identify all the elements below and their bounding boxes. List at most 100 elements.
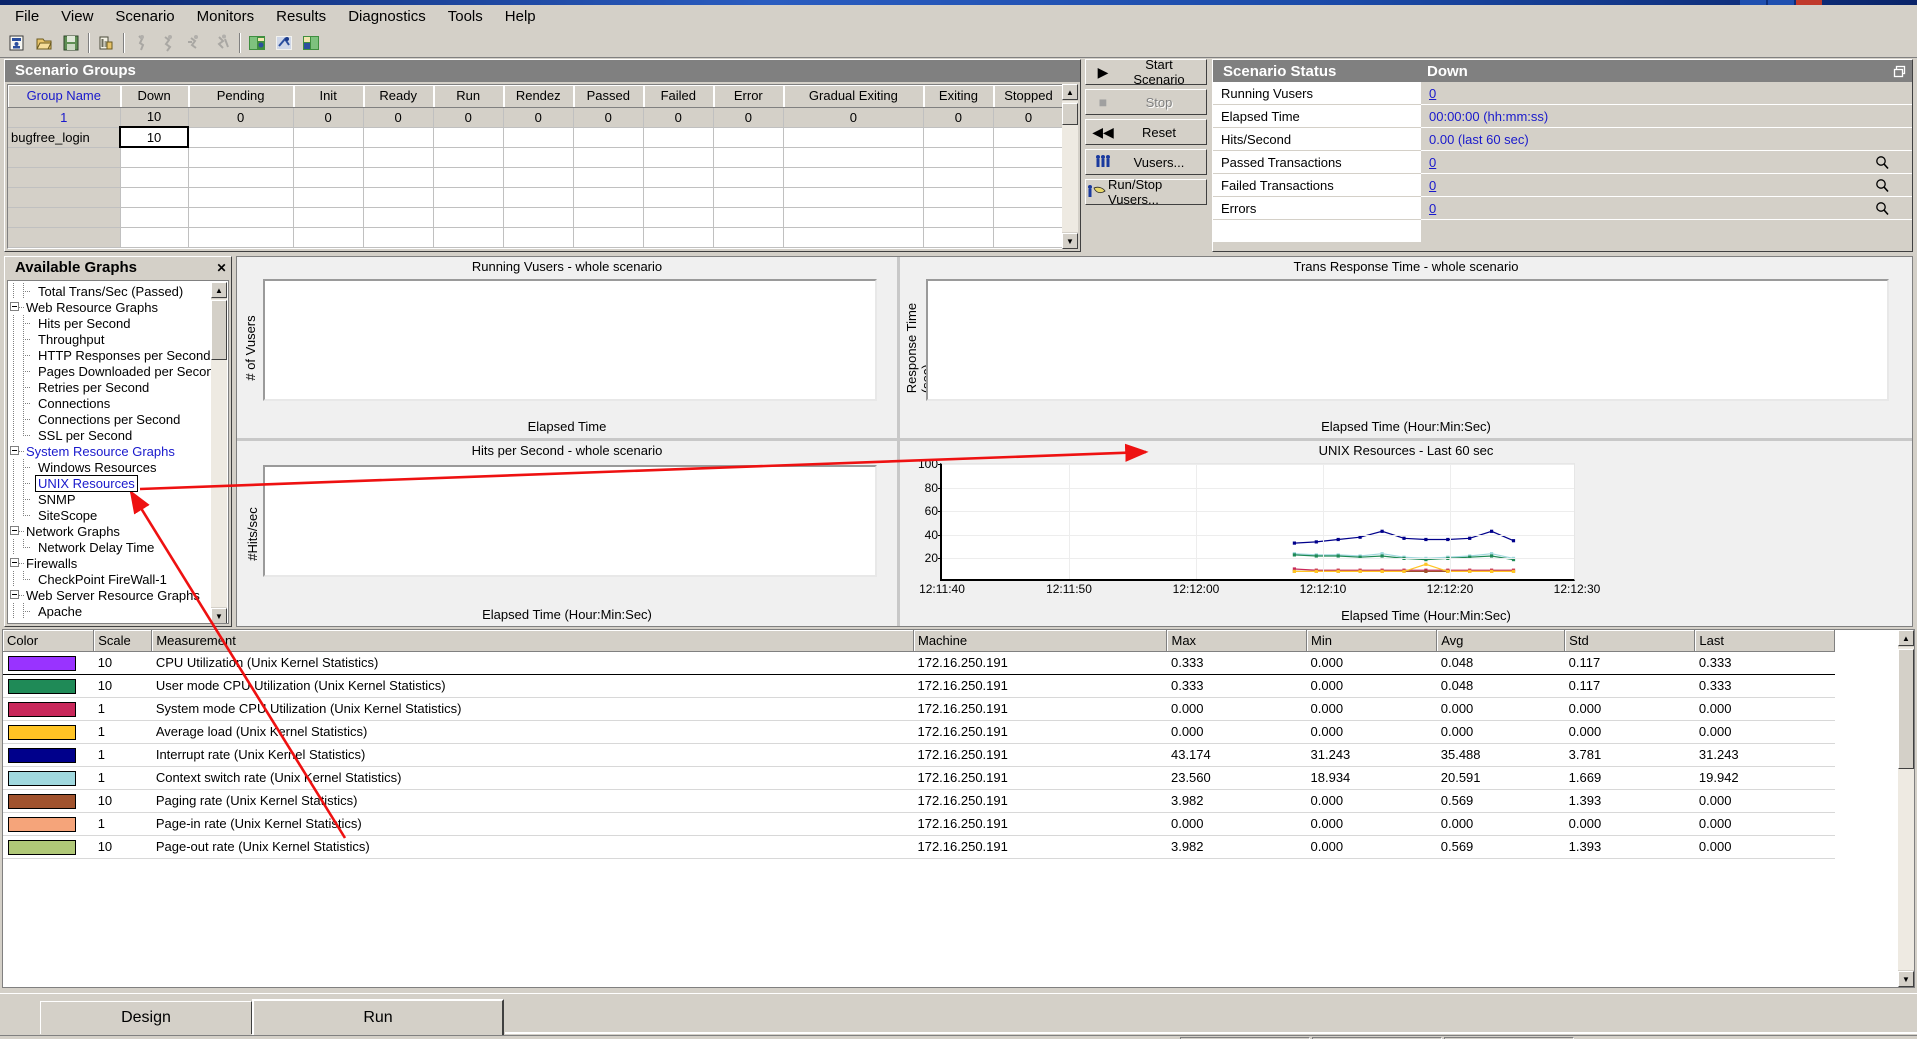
tab-run[interactable]: Run (252, 999, 504, 1035)
tree-item-system-resource-graphs[interactable]: System Resource Graphs (8, 443, 213, 459)
scrollbar-thumb[interactable] (211, 300, 227, 360)
passed-transactions-magnifier-icon[interactable] (1852, 151, 1912, 174)
measurement-color-swatch[interactable] (3, 835, 94, 859)
expander-minus-icon[interactable] (8, 523, 23, 539)
run-stop-vusers-icon[interactable] (271, 31, 297, 56)
table-row[interactable]: 1 Page-in rate (Unix Kernel Statistics) 17… (3, 812, 1835, 836)
col-measurement[interactable]: Measurement (151, 630, 914, 652)
tree-item-snmp[interactable]: SNMP (8, 491, 213, 507)
measurement-color-swatch[interactable] (3, 812, 94, 836)
measurement-color-swatch[interactable] (3, 743, 94, 767)
col-last[interactable]: Last (1694, 630, 1835, 652)
new-scenario-icon[interactable] (4, 31, 30, 56)
tree-item-total-trans-sec-passed[interactable]: Total Trans/Sec (Passed) (8, 283, 213, 299)
table-row[interactable]: 1 Interrupt rate (Unix Kernel Statistics)… (3, 743, 1835, 767)
tree-item-http-responses-per-second[interactable]: HTTP Responses per Second (8, 347, 213, 363)
open-scenario-icon[interactable] (31, 31, 57, 56)
tree-item-unix-resources[interactable]: UNIX Resources (8, 474, 213, 492)
expander-minus-icon[interactable] (8, 299, 23, 315)
measurements-table-wrap[interactable]: Color Scale Measurement Machine Max Min Avg Std… (2, 629, 1915, 988)
reset-scenario-icon[interactable] (182, 31, 208, 56)
graph-panel-hits-per-second[interactable]: Hits per Second - whole scenario #Hits/s… (237, 441, 897, 626)
start-scenario-icon[interactable] (128, 31, 154, 56)
menu-file[interactable]: File (4, 6, 50, 28)
col-failed[interactable]: Failed (643, 85, 714, 108)
failed-transactions-value[interactable]: 0 (1421, 174, 1852, 197)
col-avg[interactable]: Avg (1436, 630, 1566, 652)
passed-transactions-value[interactable]: 0 (1421, 151, 1852, 174)
graph-plot-area[interactable] (926, 279, 1889, 401)
measurement-color-swatch[interactable] (3, 789, 94, 813)
scroll-up-icon[interactable]: ▲ (1898, 630, 1914, 646)
start-scenario-button[interactable]: ▶ Start Scenario (1085, 57, 1207, 87)
tree-item-checkpoint-firewall-1[interactable]: CheckPoint FireWall-1 (8, 571, 213, 587)
col-min[interactable]: Min (1306, 630, 1438, 652)
scrollbar-thumb[interactable] (1898, 649, 1914, 769)
col-color[interactable]: Color (3, 630, 95, 652)
measurement-color-swatch[interactable] (3, 766, 94, 790)
scrollbar-thumb[interactable] (1062, 103, 1078, 125)
tree-item-windows-resources[interactable]: Windows Resources (8, 459, 213, 475)
table-row[interactable]: 10 Page-out rate (Unix Kernel Statistics)… (3, 835, 1835, 859)
row-group-name[interactable]: bugfree_login (8, 127, 121, 148)
measurement-color-swatch[interactable] (3, 674, 94, 698)
tree-item-retries-per-second[interactable]: Retries per Second (8, 379, 213, 395)
table-row[interactable]: 10 User mode CPU Utilization (Unix Kernel… (3, 674, 1835, 698)
tree-item-hits-per-second[interactable]: Hits per Second (8, 315, 213, 331)
restore-window-icon[interactable] (1886, 65, 1912, 78)
tree-item-network-delay-time[interactable]: Network Delay Time (8, 539, 213, 555)
running-vusers-value[interactable]: 0 (1421, 82, 1852, 105)
menu-tools[interactable]: Tools (437, 6, 494, 28)
tab-design[interactable]: Design (40, 1001, 252, 1034)
menu-help[interactable]: Help (494, 6, 547, 28)
col-passed[interactable]: Passed (573, 85, 644, 108)
vusers-button[interactable]: Vusers... (1085, 149, 1207, 175)
col-group-name[interactable]: Group Name (8, 85, 121, 108)
report-icon[interactable] (93, 31, 119, 56)
col-scale[interactable]: Scale (93, 630, 153, 652)
expander-minus-icon[interactable] (8, 555, 23, 571)
tree-item-connections-per-second[interactable]: Connections per Second (8, 411, 213, 427)
scenario-groups-table-wrap[interactable]: Group Name Down Pending Init Ready Run R… (7, 84, 1065, 249)
measurement-color-swatch[interactable] (3, 720, 94, 744)
errors-value[interactable]: 0 (1421, 197, 1852, 220)
col-error[interactable]: Error (713, 85, 784, 108)
col-machine[interactable]: Machine (913, 630, 1168, 652)
col-std[interactable]: Std (1564, 630, 1696, 652)
col-stopped[interactable]: Stopped (993, 85, 1064, 108)
measurement-color-swatch[interactable] (3, 650, 94, 675)
unix-resources-plot-area[interactable]: 20 40 60 80 100 12:11:40 12:11:50 12:12:00 12:12… (918, 457, 1600, 596)
failed-transactions-magnifier-icon[interactable] (1852, 174, 1912, 197)
close-icon[interactable]: ✕ (214, 260, 229, 275)
graph-panel-running-vusers[interactable]: Running Vusers - whole scenario # of Vus… (237, 257, 897, 438)
col-exiting[interactable]: Exiting (923, 85, 994, 108)
graphs-tree-scrollbar[interactable]: ▲ ▼ (211, 282, 227, 623)
measurement-color-swatch[interactable] (3, 697, 94, 721)
run-stop-vusers-button[interactable]: Run/Stop Vusers... (1085, 177, 1207, 207)
menu-diagnostics[interactable]: Diagnostics (337, 6, 437, 28)
save-scenario-icon[interactable] (58, 31, 84, 56)
scroll-down-icon[interactable]: ▼ (1062, 233, 1078, 249)
col-gradual-exiting[interactable]: Gradual Exiting (783, 85, 924, 108)
tree-item-pages-downloaded-per-second[interactable]: Pages Downloaded per Second (8, 363, 221, 379)
col-rendez[interactable]: Rendez (503, 85, 574, 108)
tree-item-web-resource-graphs[interactable]: Web Resource Graphs (8, 299, 213, 315)
menu-view[interactable]: View (50, 6, 104, 28)
graph-panel-trans-response-time[interactable]: Trans Response Time - whole scenario Res… (900, 257, 1912, 438)
scenario-groups-scrollbar[interactable]: ▲ ▼ (1062, 84, 1078, 249)
table-row[interactable]: 1 Average load (Unix Kernel Statistics) 17… (3, 720, 1835, 744)
col-run[interactable]: Run (433, 85, 504, 108)
scroll-down-icon[interactable]: ▼ (1898, 971, 1914, 987)
col-ready[interactable]: Ready (363, 85, 434, 108)
vuser-details-icon[interactable] (244, 31, 270, 56)
stop-scenario-icon[interactable] (155, 31, 181, 56)
scroll-down-icon[interactable]: ▼ (211, 608, 227, 623)
menu-monitors[interactable]: Monitors (186, 6, 266, 28)
tree-item-network-graphs[interactable]: Network Graphs (8, 523, 213, 539)
measurements-scrollbar[interactable]: ▲ ▼ (1898, 630, 1914, 987)
col-init[interactable]: Init (293, 85, 364, 108)
table-row[interactable]: 1 Context switch rate (Unix Kernel Statis… (3, 766, 1835, 790)
table-row[interactable] (8, 207, 1064, 228)
tree-item-firewalls[interactable]: Firewalls (8, 555, 213, 571)
tree-item-ssl-per-second[interactable]: SSL per Second (8, 427, 213, 443)
